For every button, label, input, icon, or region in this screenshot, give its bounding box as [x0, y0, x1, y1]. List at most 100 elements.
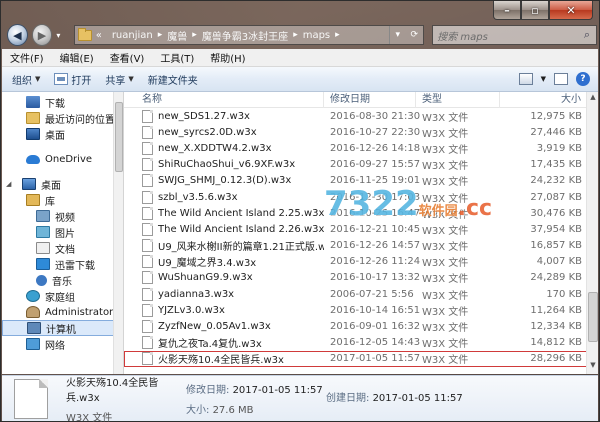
column-header-size[interactable]: 大小 — [500, 92, 588, 108]
scroll-down-icon[interactable]: ▼ — [588, 361, 598, 373]
file-row[interactable]: WuShuanG9.9.w3x 2016-10-17 13:32 W3X 文件 24,… — [124, 270, 598, 286]
file-row[interactable]: U9_风来水榭II新的篇章1.21正式版.w3x 2016-12-26 14:57… — [124, 238, 598, 254]
column-header-name[interactable]: 名称 — [124, 92, 324, 108]
file-name-cell[interactable]: The Wild Ancient Island 2.26.w3x — [124, 222, 324, 236]
file-name-cell[interactable]: U9_魔域之界3.4.w3x — [124, 254, 324, 269]
change-view-icon[interactable] — [518, 73, 533, 85]
maximize-button[interactable]: ▫ — [521, 1, 549, 20]
file-row[interactable]: new_SDS1.27.w3x 2016-08-30 21:30 W3X 文件 12,… — [124, 108, 598, 124]
sidebar-item-pictures[interactable]: 图片 — [2, 224, 123, 240]
breadcrumb-warcraft[interactable]: 魔兽 — [167, 28, 187, 43]
preview-pane-icon[interactable] — [554, 73, 568, 85]
column-header-type[interactable]: 类型 — [416, 92, 500, 108]
file-name-cell[interactable]: U9_风来水榭II新的篇章1.21正式版.w3x — [124, 238, 324, 253]
breadcrumb-separator-icon[interactable]: ▸ — [335, 30, 340, 40]
sidebar-item-recent-places[interactable]: 最近访问的位置 — [2, 110, 123, 126]
file-row[interactable]: new_X.XDDTW4.2.w3x 2016-12-26 14:18 W3X 文件… — [124, 140, 598, 156]
file-type: W3X 文件 — [422, 193, 469, 205]
sidebar-item-desktop[interactable]: ◢ 桌面 — [2, 176, 123, 192]
file-name-cell[interactable]: new_SDS1.27.w3x — [124, 109, 324, 123]
address-dropdown-icon[interactable]: ▾ — [395, 30, 400, 40]
menu-file[interactable]: 文件(F) — [10, 50, 44, 65]
file-name-cell[interactable]: new_X.XDDTW4.2.w3x — [124, 141, 324, 155]
sidebar-scrollbar[interactable] — [113, 92, 123, 374]
sidebar-item-administrator[interactable]: Administrator — [2, 304, 123, 320]
file-name-cell[interactable]: WuShuanG9.9.w3x — [124, 271, 324, 285]
file-row[interactable]: SWJG_SHMJ_0.12.3(D).w3x 2016-11-25 19:01 W… — [124, 173, 598, 189]
recent-pages-dropdown[interactable]: ▾ — [56, 31, 65, 40]
sidebar-item-downloads[interactable]: 下载 — [2, 94, 123, 110]
file-name-cell[interactable]: 复仇之夜Ta.4复仇.w3x — [124, 335, 324, 350]
file-name-cell[interactable]: SWJG_SHMJ_0.12.3(D).w3x — [124, 174, 324, 188]
sidebar-item-documents[interactable]: 文档 — [2, 240, 123, 256]
open-button[interactable]: 打开 — [54, 72, 91, 87]
menu-bar: 文件(F) 编辑(E) 查看(V) 工具(T) 帮助(H) — [2, 49, 598, 67]
breadcrumb-maps[interactable]: maps — [303, 30, 330, 41]
share-button[interactable]: 共享 ▼ — [105, 72, 133, 87]
file-name-cell[interactable]: 火影天殇10.4全民皆兵.w3x — [124, 351, 324, 366]
file-row[interactable]: new_syrcs2.0D.w3x 2016-10-27 22:30 W3X 文件 2… — [124, 124, 598, 140]
search-box[interactable]: 搜索 maps ⌕ — [432, 25, 597, 45]
search-input[interactable]: 搜索 maps — [437, 28, 578, 43]
expand-arrow-icon[interactable]: ◢ — [6, 180, 11, 188]
forward-button[interactable]: ▶ — [31, 24, 53, 46]
close-button[interactable]: ✕ — [549, 1, 593, 20]
file-date: 2006-07-21 5:56 — [330, 288, 414, 300]
sidebar-item-computer[interactable]: 计算机 — [2, 320, 123, 336]
file-row[interactable]: 火影天殇10.4全民皆兵.w3x 2017-01-05 11:57 W3X 文件 28… — [124, 350, 598, 367]
sidebar-item-desktop-fav[interactable]: 桌面 — [2, 126, 123, 142]
view-dropdown-icon[interactable]: ▼ — [541, 75, 546, 83]
file-name-cell[interactable]: YJZLv3.0.w3x — [124, 303, 324, 317]
file-row[interactable]: 复仇之夜Ta.4复仇.w3x 2016-12-05 14:43 W3X 文件 14,8… — [124, 335, 598, 351]
file-name-cell[interactable]: szbl_v3.5.6.w3x — [124, 190, 324, 204]
menu-help[interactable]: 帮助(H) — [210, 50, 245, 65]
sidebar-scroll-thumb[interactable] — [115, 102, 123, 172]
details-created-label: 创建日期: — [326, 392, 370, 404]
breadcrumb-separator-icon[interactable]: ▸ — [192, 30, 197, 40]
breadcrumb-overflow[interactable]: « — [96, 30, 102, 41]
file-row[interactable]: U9_魔域之界3.4.w3x 2016-12-26 11:24 W3X 文件 4,00… — [124, 254, 598, 270]
scroll-up-icon[interactable]: ▲ — [588, 93, 598, 105]
file-name-cell[interactable]: ShiRuChaoShui_v6.9XF.w3x — [124, 158, 324, 172]
sidebar-item-onedrive[interactable]: OneDrive — [2, 151, 123, 167]
sidebar-item-music[interactable]: 音乐 — [2, 272, 123, 288]
file-row[interactable]: szbl_v3.5.6.w3x 2016-12-30 17:03 W3X 文件 27,… — [124, 189, 598, 205]
menu-view[interactable]: 查看(V) — [110, 50, 145, 65]
file-row[interactable]: yadianna3.w3x 2006-07-21 5:56 W3X 文件 170 KB — [124, 286, 598, 302]
breadcrumb-ruanjian[interactable]: ruanjian — [112, 30, 153, 41]
sidebar-item-network[interactable]: 网络 — [2, 336, 123, 352]
column-header-date[interactable]: 修改日期 — [324, 92, 416, 108]
new-folder-button[interactable]: 新建文件夹 — [148, 72, 198, 87]
file-name-cell[interactable]: ZyzfNew_0.05Av1.w3x — [124, 320, 324, 334]
help-icon[interactable]: ? — [576, 72, 590, 86]
file-list-scroll-thumb[interactable] — [588, 292, 598, 342]
search-icon[interactable]: ⌕ — [578, 28, 596, 42]
file-list-scrollbar[interactable]: ▲ ▼ — [586, 92, 598, 374]
share-label: 共享 — [105, 75, 126, 87]
file-name-cell[interactable]: yadianna3.w3x — [124, 287, 324, 301]
breadcrumb-frozen-throne[interactable]: 魔兽争霸3冰封王座 — [202, 28, 288, 43]
breadcrumb-separator-icon[interactable]: ▸ — [158, 30, 163, 40]
sidebar-item-libraries[interactable]: 库 — [2, 192, 123, 208]
organize-button[interactable]: 组织 ▼ — [12, 72, 40, 87]
minimize-button[interactable]: – — [493, 1, 521, 20]
address-bar[interactable]: « ruanjian ▸ 魔兽 ▸ 魔兽争霸3冰封王座 ▸ maps ▸ ▾ ⟳ — [73, 25, 425, 45]
refresh-icon[interactable]: ⟳ — [410, 30, 418, 40]
breadcrumb-separator-icon[interactable]: ▸ — [293, 30, 298, 40]
file-row[interactable]: ZyzfNew_0.05Av1.w3x 2016-09-01 16:32 W3X 文… — [124, 318, 598, 334]
details-size-label: 大小: — [186, 405, 210, 416]
file-row[interactable]: ShiRuChaoShui_v6.9XF.w3x 2016-09-27 15:57… — [124, 157, 598, 173]
back-button[interactable]: ◀ — [7, 24, 28, 46]
file-name-cell[interactable]: new_syrcs2.0D.w3x — [124, 125, 324, 139]
file-size: 27,446 KB — [530, 126, 582, 138]
menu-edit[interactable]: 编辑(E) — [60, 50, 94, 65]
sidebar-item-homegroup[interactable]: 家庭组 — [2, 288, 123, 304]
file-row[interactable]: YJZLv3.0.w3x 2016-10-14 16:51 W3X 文件 11,264… — [124, 302, 598, 318]
file-name-cell[interactable]: The Wild Ancient Island 2.25.w3x — [124, 206, 324, 220]
sidebar-item-thunder[interactable]: 迅雷下载 — [2, 256, 123, 272]
file-row[interactable]: The Wild Ancient Island 2.26.w3x 2016-12-… — [124, 221, 598, 237]
details-modified-label: 修改日期: — [186, 385, 230, 396]
file-row[interactable]: The Wild Ancient Island 2.25.w3x 2016-10-… — [124, 205, 598, 221]
sidebar-item-videos[interactable]: 视频 — [2, 208, 123, 224]
menu-tools[interactable]: 工具(T) — [160, 50, 194, 65]
